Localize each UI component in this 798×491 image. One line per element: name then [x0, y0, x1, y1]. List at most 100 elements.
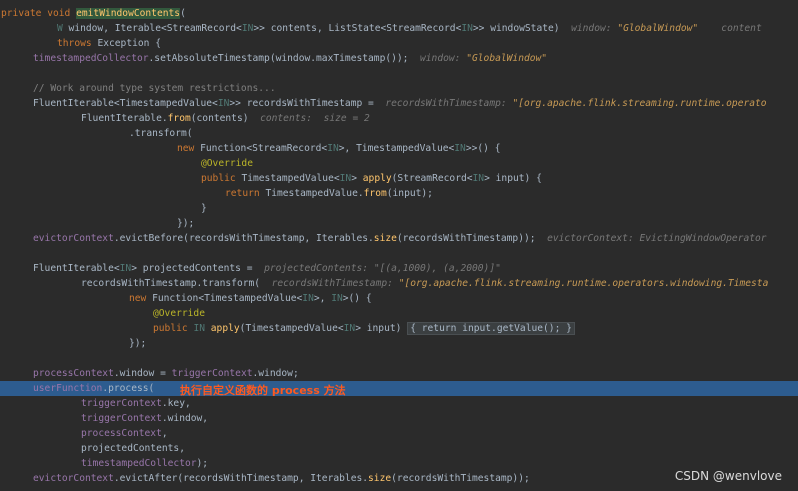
inline-debug-value: content — [698, 23, 762, 34]
code-line[interactable]: public TimestampedValue<IN> apply(Stream… — [0, 171, 798, 186]
code-token: IN — [472, 173, 485, 184]
current-execution-line[interactable]: userFunction.process( — [0, 381, 798, 396]
code-token: IN — [461, 23, 473, 34]
code-line[interactable]: W window, Iterable<StreamRecord<IN>> con… — [0, 21, 798, 36]
code-token: ( — [180, 8, 186, 19]
code-line[interactable]: evictorContext.evictBefore(recordsWithTi… — [0, 231, 798, 246]
code-line[interactable]: }); — [0, 336, 798, 351]
inline-debug-value: "GlobalWindow" — [617, 23, 699, 34]
code-token: apply — [210, 323, 240, 334]
code-token: recordsWithTimestamp.transform( — [81, 278, 272, 289]
inline-debug-value: projectedContents: — [264, 263, 374, 274]
process-annotation: 执行自定义函数的 process 方法 — [180, 384, 346, 397]
code-token: .evictBefore(recordsWithTimestamp, Itera… — [113, 233, 374, 244]
code-line[interactable] — [0, 351, 798, 366]
code-line[interactable]: }); — [0, 216, 798, 231]
inline-debug-value: recordsWithTimestamp: — [271, 278, 399, 289]
inline-debug-value: window: — [571, 23, 618, 34]
code-token: throws — [57, 38, 98, 49]
code-token: TimestampedValue. — [265, 188, 364, 199]
code-token: IN — [302, 293, 314, 304]
code-token: Exception { — [97, 38, 161, 49]
code-token: >> windowState) — [472, 23, 572, 34]
code-token: IN — [193, 323, 205, 334]
code-token: @Override — [153, 308, 205, 319]
code-token: IN — [327, 143, 339, 154]
code-line[interactable]: projectedContents, — [0, 441, 798, 456]
code-token: > projectedContents = — [131, 263, 265, 274]
code-line[interactable]: .transform( — [0, 126, 798, 141]
code-line[interactable]: timestampedCollector.setAbsoluteTimestam… — [0, 51, 798, 66]
code-token: IN — [339, 173, 352, 184]
inline-debug-value: "[org.apache.flink.streaming.runtime.ope… — [512, 98, 767, 109]
code-line[interactable]: new Function<TimestampedValue<IN>, IN>()… — [0, 291, 798, 306]
code-token: > — [351, 173, 363, 184]
code-token: .window, — [161, 413, 209, 424]
code-token: >> recordsWithTimestamp = — [229, 98, 386, 109]
code-line[interactable]: @Override — [0, 156, 798, 171]
code-token: >>() { — [465, 143, 501, 154]
code-line[interactable]: processContext.window = triggerContext.w… — [0, 366, 798, 381]
code-line[interactable] — [0, 246, 798, 261]
code-line[interactable]: throws Exception { — [0, 36, 798, 51]
code-token: .transform( — [129, 128, 193, 139]
code-line[interactable]: triggerContext.window, — [0, 411, 798, 426]
code-token: IN — [119, 263, 132, 274]
code-line[interactable]: new Function<StreamRecord<IN>, Timestamp… — [0, 141, 798, 156]
code-token: emitWindowContents — [76, 8, 181, 19]
code-line[interactable]: // Work around type system restrictions.… — [0, 81, 798, 96]
code-token: triggerContext — [81, 413, 162, 424]
code-line[interactable]: public IN apply(TimestampedValue<IN> inp… — [0, 321, 798, 336]
code-token: >() { — [342, 293, 372, 304]
code-line[interactable]: FluentIterable.from(contents) contents: … — [0, 111, 798, 126]
code-token: triggerContext — [81, 398, 162, 409]
code-token: }); — [129, 338, 147, 349]
code-token: (contents) — [190, 113, 261, 124]
folded-code-region[interactable]: { return input.getValue(); } — [407, 322, 575, 335]
code-token: IN — [343, 323, 356, 334]
code-token: timestampedCollector — [81, 458, 197, 469]
code-line[interactable]: FluentIterable<TimestampedValue<IN>> rec… — [0, 96, 798, 111]
code-token: triggerContext — [171, 368, 253, 379]
inline-debug-value: "GlobalWindow" — [466, 53, 548, 64]
code-line[interactable]: private void emitWindowContents( — [0, 6, 798, 21]
inline-debug-value: "[org.apache.flink.streaming.runtime.ope… — [398, 278, 769, 289]
code-token: .process( — [102, 383, 155, 394]
code-token: (recordsWithTimestamp)); — [396, 233, 548, 244]
code-token: IN — [217, 98, 230, 109]
code-token: .key, — [161, 398, 191, 409]
inline-debug-value: contents: size = 2 — [260, 113, 370, 124]
code-token: .window = — [113, 368, 172, 379]
code-token: new — [129, 293, 153, 304]
code-token: Function<StreamRecord< — [200, 143, 328, 154]
code-token: }); — [177, 218, 195, 229]
code-token: .setAbsoluteTimestamp(window.maxTimestam… — [148, 53, 420, 64]
code-token: FluentIterable< — [33, 263, 120, 274]
code-token: (input); — [386, 188, 433, 199]
code-line[interactable]: } — [0, 201, 798, 216]
code-line[interactable] — [0, 66, 798, 81]
code-token: Function<TimestampedValue< — [152, 293, 303, 304]
inline-debug-value: evictorContext: EvictingWindowOperator — [547, 233, 767, 244]
code-line[interactable]: @Override — [0, 306, 798, 321]
code-token: >, — [313, 293, 332, 304]
code-line[interactable]: processContext, — [0, 426, 798, 441]
code-line[interactable]: triggerContext.key, — [0, 396, 798, 411]
code-line[interactable]: return TimestampedValue.from(input); — [0, 186, 798, 201]
code-editor[interactable]: private void emitWindowContents(W window… — [0, 0, 798, 491]
code-line[interactable]: recordsWithTimestamp.transform( recordsW… — [0, 276, 798, 291]
code-token: private void — [1, 8, 77, 19]
inline-debug-value: window: — [420, 53, 467, 64]
code-token: projectedContents, — [81, 443, 185, 454]
code-token: >> contents, ListState<StreamRecord< — [253, 23, 462, 34]
inline-debug-value: "[(a,1000), (a,2000)]" — [373, 263, 501, 274]
code-line[interactable]: FluentIterable<IN> projectedContents = p… — [0, 261, 798, 276]
code-token: (StreamRecord< — [391, 173, 473, 184]
code-token: TimestampedValue< — [241, 173, 340, 184]
code-token: public — [153, 323, 194, 334]
code-token: public — [201, 173, 242, 184]
code-token: new — [177, 143, 201, 154]
code-token: , — [161, 428, 168, 439]
code-token: evictorContext — [33, 233, 114, 244]
code-token: (TimestampedValue< — [239, 323, 344, 334]
